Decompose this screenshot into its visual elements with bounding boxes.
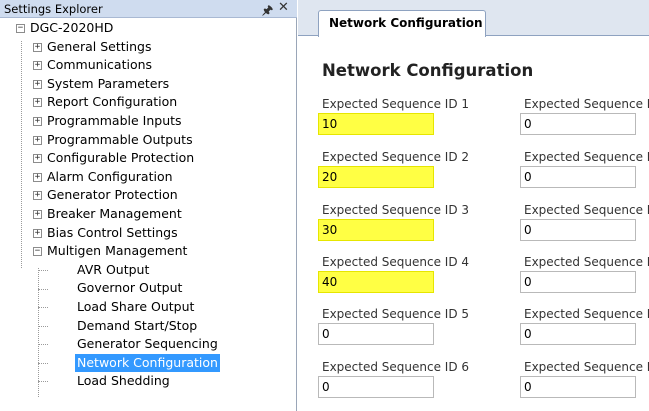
tree-item-label: Bias Control Settings	[47, 224, 178, 240]
tree-item-alarm-configuration[interactable]: + Alarm Configuration	[0, 168, 296, 187]
expand-icon[interactable]: +	[33, 191, 42, 201]
expand-icon[interactable]: +	[33, 117, 42, 126]
tree-item-generator-sequencing[interactable]: Generator Sequencing	[0, 335, 296, 354]
tree-item-avr-output[interactable]: AVR Output	[0, 261, 296, 280]
tree-item-label: Multigen Management	[47, 243, 188, 259]
tree-item-programmable-inputs[interactable]: + Programmable Inputs	[0, 112, 296, 131]
expand-icon[interactable]: +	[33, 61, 42, 71]
tree-item-label: Load Shedding	[77, 373, 170, 389]
sequence-id-5-input[interactable]: 0	[318, 323, 434, 345]
tree-item-label: Breaker Management	[47, 206, 182, 221]
tree-item-label: Generator Protection	[47, 187, 178, 203]
tree-item-label: Generator Sequencing	[77, 336, 218, 352]
tree-item-label: Alarm Configuration	[47, 168, 173, 184]
collapse-icon[interactable]: −	[33, 247, 42, 257]
field-label: Expected Sequence ID	[524, 97, 649, 111]
field-label: Expected Sequence ID 4	[322, 255, 470, 269]
page-title: Network Configuration	[322, 61, 534, 80]
tree-item-label: Programmable Inputs	[47, 113, 182, 128]
expand-icon[interactable]: +	[33, 154, 42, 164]
field-label: Expected Sequence ID 1	[322, 97, 470, 111]
sequence-id-input[interactable]: 0	[520, 271, 636, 293]
field-label: Expected Sequence ID 6	[322, 360, 470, 374]
tab-network-configuration[interactable]: Network Configuration	[318, 10, 486, 37]
expand-icon[interactable]: +	[33, 135, 42, 145]
tree-item-programmable-outputs[interactable]: + Programmable Outputs	[0, 131, 296, 150]
tree-item-label: General Settings	[47, 38, 152, 54]
tree-item-label: Report Configuration	[47, 94, 178, 110]
tree-item-governor-output[interactable]: Governor Output	[0, 279, 296, 298]
expand-icon[interactable]: +	[33, 98, 42, 108]
tree-root-label: DGC-2020HD	[30, 20, 114, 35]
expand-icon[interactable]: +	[33, 210, 42, 219]
network-configuration-page: Network Configuration Expected Sequence …	[298, 37, 649, 411]
tree-item-multigen-management[interactable]: − Multigen Management	[0, 242, 296, 261]
tree-item-label: System Parameters	[47, 75, 170, 91]
tree-item-load-shedding[interactable]: Load Shedding	[0, 372, 296, 391]
tree-item-network-configuration[interactable]: Network Configuration	[0, 353, 296, 373]
tree-item-label: Configurable Protection	[47, 150, 195, 166]
expand-icon[interactable]: +	[33, 172, 42, 182]
field-label: Expected Sequence ID 3	[322, 203, 470, 217]
sequence-id-input[interactable]: 0	[520, 323, 636, 345]
document-tab-bar: Network Configuration	[298, 0, 649, 37]
tree-item-demand-start-stop[interactable]: Demand Start/Stop	[0, 317, 296, 336]
expand-icon[interactable]: +	[33, 42, 42, 52]
tree-item-load-share-output[interactable]: Load Share Output	[0, 298, 296, 317]
tree-root-dgc-2020hd[interactable]: − DGC-2020HD	[0, 19, 296, 38]
field-label: Expected Sequence ID	[524, 307, 649, 321]
explorer-header: Settings Explorer 🖈 ✕	[0, 0, 297, 18]
tree-item-label: Demand Start/Stop	[77, 317, 198, 333]
tree-item-label: Programmable Outputs	[47, 131, 193, 147]
sequence-id-input[interactable]: 0	[520, 376, 636, 398]
tree-item-label-selected: Network Configuration	[75, 353, 220, 372]
tree-item-communications[interactable]: + Communications	[0, 56, 296, 75]
collapse-icon[interactable]: −	[16, 24, 25, 33]
tree-item-configurable-protection[interactable]: + Configurable Protection	[0, 149, 296, 168]
tab-label: Network Configuration	[329, 16, 483, 30]
field-label: Expected Sequence ID	[524, 150, 649, 164]
field-label: Expected Sequence ID 5	[322, 307, 470, 321]
tree-item-system-parameters[interactable]: + System Parameters	[0, 75, 296, 94]
tree-item-breaker-management[interactable]: + Breaker Management	[0, 205, 296, 224]
settings-tree: − DGC-2020HD + General Settings + Commun…	[0, 19, 296, 411]
tree-item-bias-control-settings[interactable]: + Bias Control Settings	[0, 224, 296, 243]
tree-item-label: Load Share Output	[77, 299, 195, 314]
close-icon[interactable]: ✕	[278, 0, 289, 15]
sequence-id-1-input[interactable]: 10	[318, 113, 434, 135]
expand-icon[interactable]: +	[33, 79, 42, 89]
sequence-id-2-input[interactable]: 20	[318, 166, 434, 188]
tree-item-report-configuration[interactable]: + Report Configuration	[0, 93, 296, 112]
tree-item-generator-protection[interactable]: + Generator Protection	[0, 186, 296, 205]
sequence-id-3-input[interactable]: 30	[318, 219, 434, 241]
sequence-id-input[interactable]: 0	[520, 166, 636, 188]
tree-item-label: AVR Output	[77, 261, 150, 277]
expand-icon[interactable]: +	[33, 228, 42, 238]
field-label: Expected Sequence ID	[524, 203, 649, 217]
field-label: Expected Sequence ID 2	[322, 150, 470, 164]
sequence-id-input[interactable]: 0	[520, 219, 636, 241]
sequence-id-4-input[interactable]: 40	[318, 271, 434, 293]
explorer-title: Settings Explorer	[4, 2, 103, 16]
settings-explorer-panel: Settings Explorer 🖈 ✕ − DGC-2020HD + Gen…	[0, 0, 297, 411]
field-label: Expected Sequence ID	[524, 255, 649, 269]
tree-item-label: Communications	[47, 57, 153, 73]
field-label: Expected Sequence ID	[524, 360, 649, 374]
sequence-id-6-input[interactable]: 0	[318, 376, 434, 398]
tree-item-label: Governor Output	[77, 280, 183, 296]
tree-item-general-settings[interactable]: + General Settings	[0, 38, 296, 57]
sequence-id-input[interactable]: 0	[520, 113, 636, 135]
